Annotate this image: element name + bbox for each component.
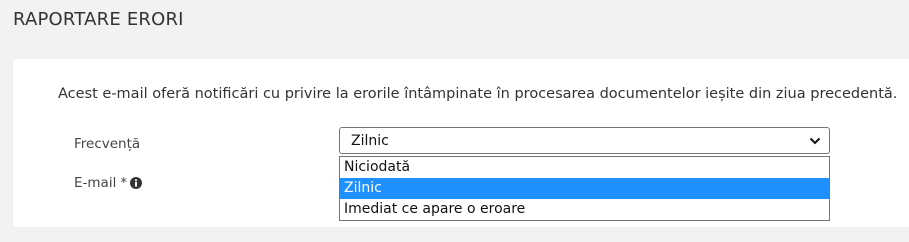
frequency-option-imediat[interactable]: Imediat ce apare o eroare [340,199,829,220]
frequency-label: Frecvență [74,136,140,152]
required-marker: * [120,175,128,191]
email-label-text: E-mail [74,175,117,191]
frequency-label-text: Frecvență [74,136,141,152]
chevron-down-icon [809,137,821,144]
card-description: Acest e-mail oferă notificări cu privire… [58,86,898,102]
page-title: RAPORTARE ERORI [13,9,184,30]
frequency-selected-value: Zilnic [351,132,389,149]
error-report-card: Acest e-mail oferă notificări cu privire… [13,59,909,227]
email-label: E-mail * [74,175,143,191]
frequency-option-zilnic[interactable]: Zilnic [340,178,829,199]
frequency-option-niciodata[interactable]: Niciodată [340,157,829,178]
frequency-select[interactable]: Zilnic [339,127,830,154]
frequency-dropdown-list: Niciodată Zilnic Imediat ce apare o eroa… [339,156,830,221]
info-circle-icon[interactable] [130,177,143,189]
